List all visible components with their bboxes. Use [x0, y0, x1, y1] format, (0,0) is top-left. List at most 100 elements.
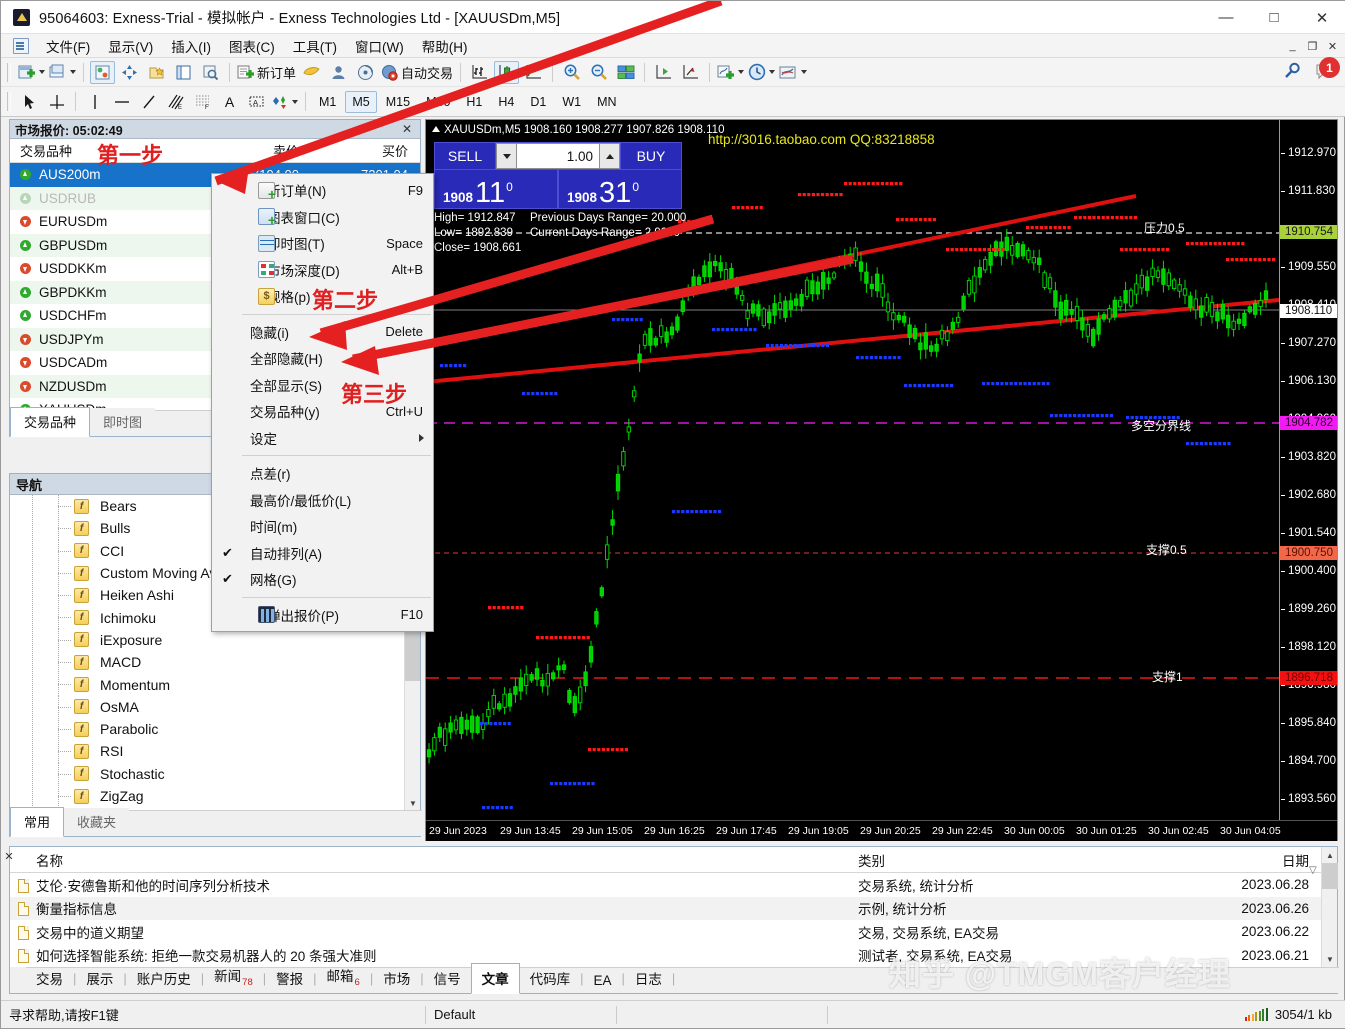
search-icon[interactable]: [1282, 61, 1302, 86]
market-watch-close-icon[interactable]: ✕: [398, 122, 416, 136]
menu-window[interactable]: 窗口(W): [346, 33, 413, 59]
tab-mailbox[interactable]: 邮箱6: [317, 961, 370, 993]
price-axis[interactable]: 1912.970 1911.830 1909.550 1908.410 1907…: [1279, 120, 1337, 820]
volume-value[interactable]: 1.00: [517, 143, 599, 169]
indicators-button[interactable]: [90, 60, 115, 84]
chart-autoscroll-button[interactable]: [678, 61, 703, 84]
data-window-button[interactable]: [171, 61, 196, 84]
tab-market[interactable]: 市场: [373, 964, 420, 993]
timeframe-w1[interactable]: W1: [555, 91, 588, 113]
maximize-button[interactable]: □: [1250, 1, 1298, 34]
context-menu-item-spread[interactable]: 点差(r): [212, 460, 433, 487]
context-menu-item-new-order[interactable]: 新订单(N) F9: [212, 177, 433, 204]
mdi-restore-button[interactable]: ❐: [1303, 37, 1322, 55]
column-header-date[interactable]: 日期: [1205, 850, 1315, 870]
tab-exposure[interactable]: 展示: [76, 964, 123, 993]
navigator-item-macd[interactable]: f MACD: [10, 651, 420, 674]
timeframe-m15[interactable]: M15: [379, 91, 417, 113]
column-header-name[interactable]: 名称: [10, 850, 850, 870]
navigator-item-iexposure[interactable]: f iExposure: [10, 628, 420, 652]
equidistant-channel-tool-button[interactable]: E: [163, 90, 188, 113]
column-header-ask[interactable]: 买价: [313, 141, 418, 160]
tab-tick-chart[interactable]: 即时图: [90, 408, 156, 436]
timeframe-d1[interactable]: D1: [523, 91, 553, 113]
context-menu-item-auto-arrange[interactable]: ✔ 自动排列(A): [212, 540, 433, 567]
tab-signals[interactable]: 信号: [424, 964, 471, 993]
sell-button[interactable]: SELL: [434, 142, 496, 170]
timeframe-h1[interactable]: H1: [459, 91, 489, 113]
horizontal-line-tool-button[interactable]: [109, 90, 134, 113]
menu-help[interactable]: 帮助(H): [413, 33, 477, 59]
tab-favorites[interactable]: 收藏夹: [64, 808, 130, 836]
scroll-down-icon[interactable]: ▼: [405, 795, 420, 811]
menu-tools[interactable]: 工具(T): [284, 33, 346, 59]
tab-symbols[interactable]: 交易品种: [10, 407, 91, 437]
context-menu-item-tick-chart[interactable]: 即时图(T) Space: [212, 230, 433, 257]
open-profile-button[interactable]: [48, 61, 77, 84]
timeframe-m1[interactable]: M1: [312, 91, 343, 113]
text-label-tool-button[interactable]: A: [244, 90, 269, 113]
table-row[interactable]: 交易中的道义期望 交易, 交易系统, EA交易 2023.06.22: [10, 920, 1337, 944]
terminal-vertical-tab[interactable]: [10, 967, 26, 993]
tab-history[interactable]: 账户历史: [127, 964, 201, 993]
arrows-tool-button[interactable]: [271, 90, 299, 113]
tab-code-base[interactable]: 代码库: [520, 964, 581, 993]
add-indicator-button[interactable]: [716, 61, 745, 84]
menu-insert[interactable]: 插入(I): [162, 33, 220, 59]
zoom-in-button[interactable]: [559, 61, 584, 84]
period-selector-button[interactable]: [747, 61, 776, 84]
status-profile[interactable]: Default: [426, 1007, 616, 1022]
context-menu-item-popup-prices[interactable]: 弹出报价(P) F10: [212, 602, 433, 629]
menu-view[interactable]: 显示(V): [99, 33, 162, 59]
toolbar-grip[interactable]: [7, 62, 11, 82]
navigator-item-stochastic[interactable]: f Stochastic: [10, 762, 420, 786]
context-menu-item-hide-all[interactable]: 全部隐藏(H): [212, 345, 433, 372]
context-menu-item-chart-window[interactable]: 图表窗口(C): [212, 204, 433, 231]
strategy-tester-button[interactable]: [198, 61, 223, 84]
close-button[interactable]: ✕: [1298, 1, 1345, 34]
new-chart-button[interactable]: [17, 61, 46, 84]
tab-trade[interactable]: 交易: [26, 964, 73, 993]
autotrading-button[interactable]: 自动交易: [380, 61, 454, 84]
menu-file[interactable]: 文件(F): [37, 33, 99, 59]
favorites-button[interactable]: [144, 61, 169, 84]
terminal-close-icon[interactable]: ✕: [2, 849, 16, 863]
chart-canvas[interactable]: XAUUSDm,M5 1908.160 1908.277 1907.826 19…: [426, 120, 1279, 820]
minimize-button[interactable]: —: [1202, 1, 1250, 34]
bar-chart-button[interactable]: [467, 61, 492, 84]
tab-journal[interactable]: 日志: [625, 964, 672, 993]
tile-windows-button[interactable]: [613, 61, 638, 84]
context-menu-item-time[interactable]: 时间(m): [212, 513, 433, 540]
volume-increase-icon[interactable]: [599, 143, 620, 169]
timeframe-h4[interactable]: H4: [491, 91, 521, 113]
tab-common[interactable]: 常用: [10, 807, 65, 837]
vertical-line-tool-button[interactable]: [82, 90, 107, 113]
navigator-item-momentum[interactable]: f Momentum: [10, 673, 420, 696]
context-menu-item-high-low[interactable]: 最高价/最低价(L): [212, 487, 433, 514]
volume-stepper[interactable]: 1.00: [496, 142, 620, 170]
market-button[interactable]: [326, 61, 351, 84]
terminal-scrollbar[interactable]: ▲ ▼: [1321, 847, 1338, 967]
timeframe-mn[interactable]: MN: [590, 91, 623, 113]
status-connection-group[interactable]: 3054/1 kb: [1244, 1007, 1345, 1022]
zoom-out-button[interactable]: [586, 61, 611, 84]
line-chart-button[interactable]: [521, 61, 546, 84]
mql5-community-button[interactable]: [299, 61, 324, 84]
scroll-up-icon[interactable]: ▲: [1322, 847, 1338, 863]
buy-button[interactable]: BUY: [620, 142, 682, 170]
notifications-icon[interactable]: 1: [1314, 57, 1340, 86]
column-header-bid[interactable]: 卖价: [205, 141, 313, 160]
context-menu-item-grid[interactable]: ✔ 网格(G): [212, 566, 433, 593]
trend-line-tool-button[interactable]: [136, 90, 161, 113]
tab-experts[interactable]: EA: [584, 969, 622, 993]
context-menu-item-market-depth[interactable]: 市场深度(D) Alt+B: [212, 257, 433, 284]
timeframe-m30[interactable]: M30: [419, 91, 457, 113]
text-tool-button[interactable]: A: [217, 90, 242, 113]
scrollbar-thumb[interactable]: [1322, 863, 1338, 889]
tab-articles[interactable]: 文章: [470, 963, 520, 994]
navigator-item-rsi[interactable]: f RSI: [10, 740, 420, 763]
candlestick-chart-button[interactable]: [494, 60, 520, 84]
navigator-item-zigzag[interactable]: f ZigZag: [10, 784, 420, 808]
mdi-close-button[interactable]: ✕: [1323, 37, 1342, 55]
fibonacci-tool-button[interactable]: F: [190, 90, 215, 113]
